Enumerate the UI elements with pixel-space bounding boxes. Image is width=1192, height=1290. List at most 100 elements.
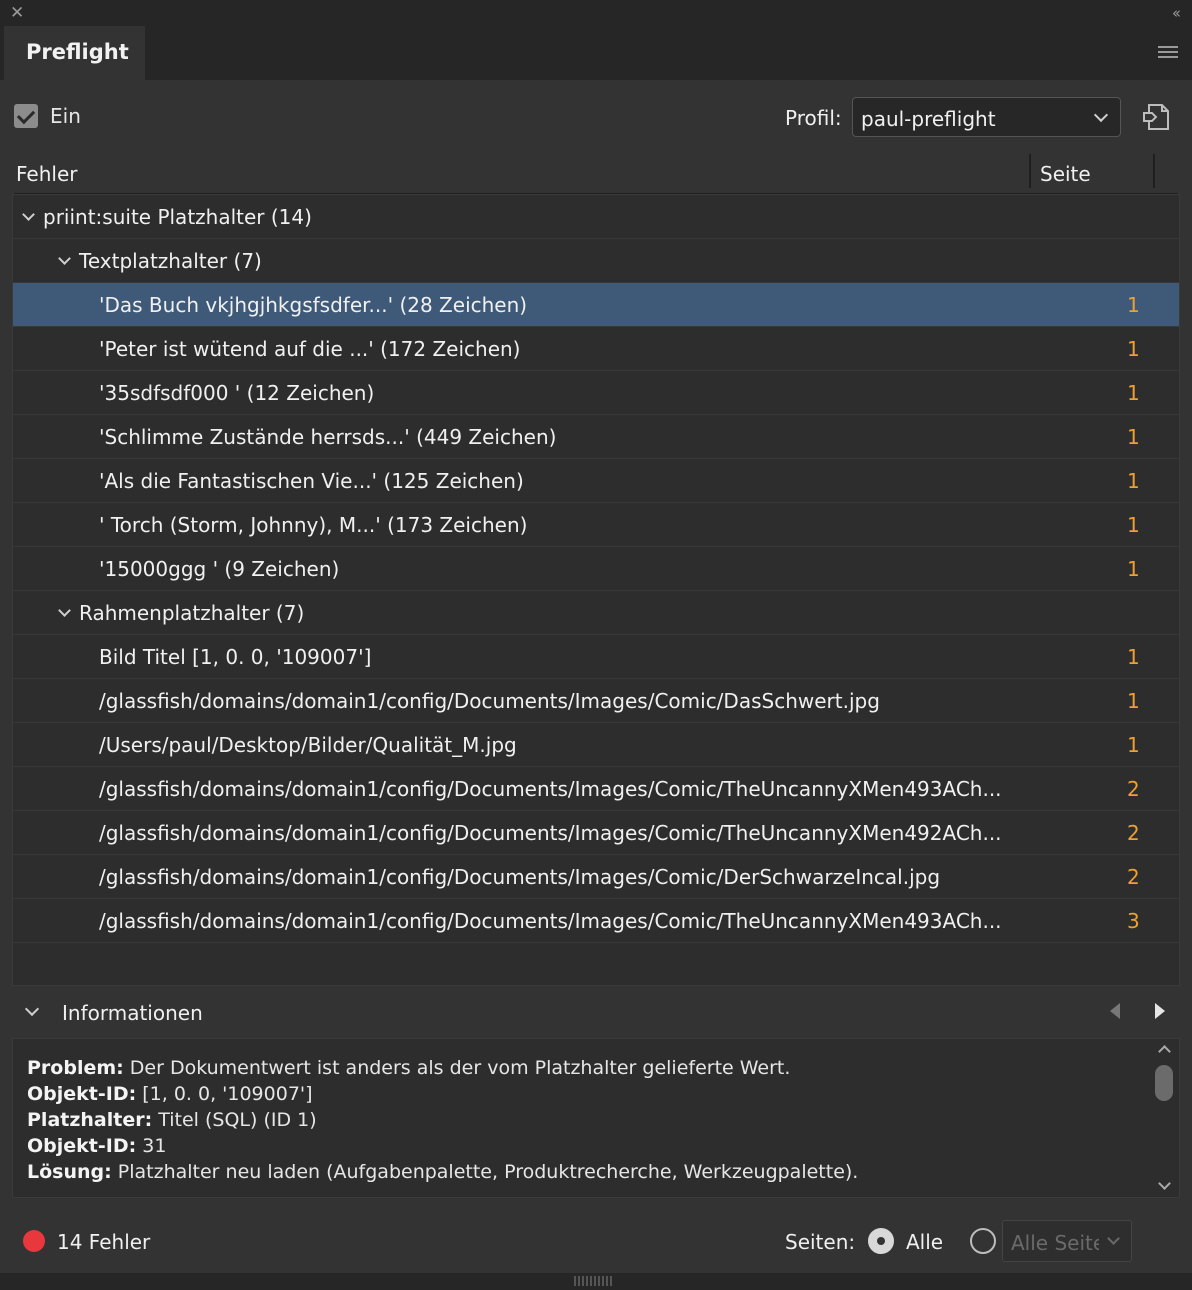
all-pages-label: Alle xyxy=(906,1230,944,1254)
column-header-error[interactable]: Fehler xyxy=(16,162,77,186)
error-status-icon xyxy=(23,1230,45,1252)
all-pages-radio[interactable] xyxy=(868,1228,894,1254)
column-header-page[interactable]: Seite xyxy=(1040,162,1091,186)
profile-label: Profil: xyxy=(785,106,842,130)
previous-error-icon[interactable] xyxy=(1110,1003,1120,1019)
tab-preflight[interactable]: Preflight xyxy=(4,26,145,80)
tree-row-error[interactable]: 'Das Buch vkjhgjhkgsfsdfer...' (28 Zeich… xyxy=(13,283,1179,327)
error-label: /glassfish/domains/domain1/config/Docume… xyxy=(99,777,1002,801)
column-divider[interactable] xyxy=(1029,154,1031,188)
profile-value: paul-preflight xyxy=(861,107,996,131)
page-number[interactable]: 1 xyxy=(1127,425,1140,449)
profile-dropdown[interactable]: paul-preflight xyxy=(852,97,1121,137)
error-label: Bild Titel [1, 0. 0, '109007'] xyxy=(99,645,372,669)
info-value: Platzhalter neu laden (Aufgabenpalette, … xyxy=(111,1161,859,1183)
disclosure-chevron-icon[interactable] xyxy=(24,1001,40,1017)
tree-row-error[interactable]: /Users/paul/Desktop/Bilder/Qualität_M.jp… xyxy=(13,723,1179,767)
close-icon[interactable]: ✕ xyxy=(10,3,24,23)
info-value: Der Dokumentwert ist anders als der vom … xyxy=(123,1057,791,1079)
error-label: '15000ggg ' (9 Zeichen) xyxy=(99,557,340,581)
info-key: Objekt-ID: xyxy=(27,1083,137,1105)
info-value: [1, 0. 0, '109007'] xyxy=(136,1083,313,1105)
page-number[interactable]: 1 xyxy=(1127,733,1140,757)
info-line: Objekt-ID: 31 xyxy=(27,1135,166,1157)
panel-menu-icon[interactable] xyxy=(1158,46,1178,61)
tree-row-error[interactable]: 'Als die Fantastischen Vie...' (125 Zeic… xyxy=(13,459,1179,503)
error-label: ' Torch (Storm, Johnny), M...' (173 Zeic… xyxy=(99,513,528,537)
disclosure-chevron-icon[interactable] xyxy=(58,604,71,617)
on-checkbox[interactable] xyxy=(14,104,38,128)
info-section-header: Informationen xyxy=(0,986,1192,1038)
page-number[interactable]: 1 xyxy=(1127,337,1140,361)
tree-row-frame-group[interactable]: Rahmenplatzhalter (7) xyxy=(13,591,1179,635)
column-divider[interactable] xyxy=(1153,154,1155,188)
page-number[interactable]: 1 xyxy=(1127,469,1140,493)
error-count: 14 Fehler xyxy=(57,1230,151,1254)
tree-row-text-group[interactable]: Textplatzhalter (7) xyxy=(13,239,1179,283)
tree-row-error[interactable]: /glassfish/domains/domain1/config/Docume… xyxy=(13,855,1179,899)
panel-bottom-bar xyxy=(0,1273,1192,1290)
info-line: Lösung: Platzhalter neu laden (Aufgabenp… xyxy=(27,1161,858,1183)
error-tree: priint:suite Platzhalter (14) Textplatzh… xyxy=(12,194,1180,986)
scroll-up-icon[interactable] xyxy=(1158,1045,1171,1058)
page-number[interactable]: 1 xyxy=(1127,689,1140,713)
page-number[interactable]: 3 xyxy=(1127,909,1140,933)
tree-row-error[interactable]: 'Peter ist wütend auf die ...' (172 Zeic… xyxy=(13,327,1179,371)
disclosure-chevron-icon[interactable] xyxy=(22,208,35,221)
info-line: Problem: Der Dokumentwert ist anders als… xyxy=(27,1057,790,1079)
error-label: /Users/paul/Desktop/Bilder/Qualität_M.jp… xyxy=(99,733,517,757)
info-key: Platzhalter: xyxy=(27,1109,153,1131)
tree-row-error[interactable]: /glassfish/domains/domain1/config/Docume… xyxy=(13,811,1179,855)
tree-row-error[interactable]: ' Torch (Storm, Johnny), M...' (173 Zeic… xyxy=(13,503,1179,547)
info-key: Objekt-ID: xyxy=(27,1135,137,1157)
tree-row-error[interactable]: /glassfish/domains/domain1/config/Docume… xyxy=(13,679,1179,723)
error-label: /glassfish/domains/domain1/config/Docume… xyxy=(99,821,1002,845)
info-title: Informationen xyxy=(62,1001,203,1025)
info-line: Platzhalter: Titel (SQL) (ID 1) xyxy=(27,1109,317,1131)
disclosure-chevron-icon[interactable] xyxy=(58,252,71,265)
tree-row-root[interactable]: priint:suite Platzhalter (14) xyxy=(13,195,1179,239)
info-key: Lösung: xyxy=(27,1161,112,1183)
error-label: /glassfish/domains/domain1/config/Docume… xyxy=(99,689,880,713)
page-number[interactable]: 2 xyxy=(1127,865,1140,889)
error-label: 'Peter ist wütend auf die ...' (172 Zeic… xyxy=(99,337,521,361)
define-profiles-icon[interactable] xyxy=(1140,101,1172,133)
info-scrollbar[interactable] xyxy=(1151,1039,1177,1197)
tree-group-label: Rahmenplatzhalter (7) xyxy=(79,601,305,625)
preflight-panel: Ein Profil: paul-preflight Fehler Seite … xyxy=(0,80,1192,1290)
tree-row-error[interactable]: /glassfish/domains/domain1/config/Docume… xyxy=(13,767,1179,811)
error-label: '35sdfsdf000 ' (12 Zeichen) xyxy=(99,381,375,405)
page-number[interactable]: 2 xyxy=(1127,777,1140,801)
error-label: /glassfish/domains/domain1/config/Docume… xyxy=(99,865,941,889)
info-key: Problem: xyxy=(27,1057,124,1079)
tree-root-label: priint:suite Platzhalter (14) xyxy=(43,205,312,229)
on-label: Ein xyxy=(50,104,81,128)
resize-grip-icon[interactable] xyxy=(574,1276,614,1286)
tree-row-error[interactable]: '35sdfsdf000 ' (12 Zeichen) 1 xyxy=(13,371,1179,415)
chevron-down-icon xyxy=(1093,107,1109,123)
tree-row-error[interactable]: '15000ggg ' (9 Zeichen) 1 xyxy=(13,547,1179,591)
info-value: 31 xyxy=(136,1135,167,1157)
collapse-panel-icon[interactable]: ‹‹ xyxy=(1172,3,1181,23)
tree-row-error[interactable]: Bild Titel [1, 0. 0, '109007'] 1 xyxy=(13,635,1179,679)
page-number[interactable]: 1 xyxy=(1127,557,1140,581)
info-box: Problem: Der Dokumentwert ist anders als… xyxy=(12,1038,1180,1198)
page-number[interactable]: 1 xyxy=(1127,513,1140,537)
next-error-icon[interactable] xyxy=(1155,1003,1165,1019)
tab-bar: Preflight xyxy=(0,26,1192,80)
page-range-radio[interactable] xyxy=(970,1228,996,1254)
page-range-dropdown[interactable]: Alle Seiten xyxy=(1002,1220,1132,1262)
page-number[interactable]: 1 xyxy=(1127,293,1140,317)
page-number[interactable]: 1 xyxy=(1127,381,1140,405)
info-value: Titel (SQL) (ID 1) xyxy=(152,1109,317,1131)
tree-row-error[interactable]: 'Schlimme Zustände herrsds...' (449 Zeic… xyxy=(13,415,1179,459)
tree-group-label: Textplatzhalter (7) xyxy=(79,249,262,273)
error-label: 'Als die Fantastischen Vie...' (125 Zeic… xyxy=(99,469,524,493)
page-number[interactable]: 2 xyxy=(1127,821,1140,845)
scroll-down-icon[interactable] xyxy=(1158,1177,1171,1190)
scroll-thumb[interactable] xyxy=(1155,1065,1173,1101)
page-number[interactable]: 1 xyxy=(1127,645,1140,669)
error-label: 'Das Buch vkjhgjhkgsfsdfer...' (28 Zeich… xyxy=(99,293,528,317)
chevron-down-icon xyxy=(1107,1232,1120,1245)
tree-row-error[interactable]: /glassfish/domains/domain1/config/Docume… xyxy=(13,899,1179,943)
